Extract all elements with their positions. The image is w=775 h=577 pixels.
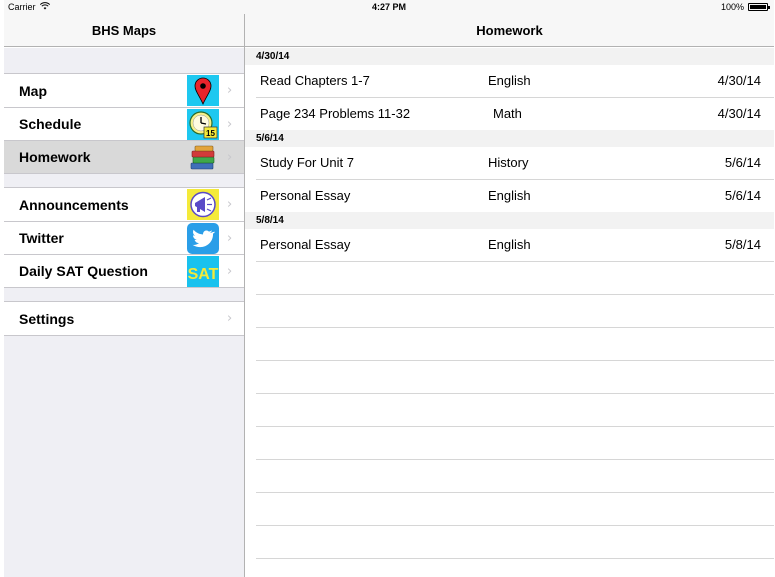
sidebar-item-label: Announcements — [19, 196, 129, 213]
chevron-right-icon: › — [227, 231, 233, 246]
homework-due-date: 4/30/14 — [717, 73, 761, 88]
sidebar-item-schedule[interactable]: Schedule 15 › — [4, 107, 244, 140]
homework-subject: History — [488, 155, 529, 170]
empty-row-separator — [256, 393, 774, 394]
empty-row-separator — [256, 492, 774, 493]
sidebar-item-settings[interactable]: Settings › — [4, 302, 244, 335]
homework-due-date: 5/8/14 — [724, 237, 761, 252]
empty-row-separator — [256, 558, 774, 559]
sidebar-item-label: Schedule — [19, 116, 82, 132]
sidebar-item-twitter[interactable]: Twitter › — [4, 221, 244, 254]
sidebar-item-map[interactable]: Map › — [4, 74, 244, 107]
homework-row[interactable]: Study For Unit 7 History 5/6/14 — [256, 147, 774, 180]
twitter-bird-icon — [187, 223, 219, 254]
homework-row[interactable]: Personal Essay English 5/6/14 — [256, 180, 774, 213]
sidebar-item-label: Daily SAT Question — [19, 263, 148, 279]
empty-row-separator — [256, 525, 774, 526]
sidebar-item-label: Settings — [19, 310, 75, 327]
sidebar-item-daily-sat-question[interactable]: Daily SAT Question SAT › — [4, 254, 244, 287]
battery-icon — [748, 3, 770, 11]
empty-row-separator — [256, 327, 774, 328]
sidebar-item-label: Map — [19, 82, 47, 99]
homework-subject: English — [488, 237, 531, 252]
section-header-date: 5/8/14 — [245, 212, 774, 229]
schedule-icon-number: 15 — [206, 129, 215, 138]
map-pin-icon — [187, 75, 219, 106]
chevron-right-icon: › — [227, 83, 233, 98]
detail-nav-bar: Homework — [245, 14, 774, 47]
homework-row[interactable]: Personal Essay English 5/8/14 — [256, 229, 774, 262]
homework-due-date: 4/30/14 — [717, 106, 761, 121]
section-header-date: 5/6/14 — [245, 130, 774, 147]
sidebar-item-label: Homework — [19, 149, 91, 165]
empty-row-separator — [256, 294, 774, 295]
sat-icon: SAT — [187, 256, 219, 287]
homework-due-date: 5/6/14 — [724, 155, 761, 170]
empty-row-separator — [256, 360, 774, 361]
sidebar-item-homework[interactable]: Homework › — [4, 140, 244, 173]
homework-title: Read Chapters 1-7 — [260, 73, 370, 88]
chevron-right-icon: › — [227, 311, 233, 326]
empty-row-separator — [256, 459, 774, 460]
homework-title: Study For Unit 7 — [260, 155, 354, 170]
empty-row-separator — [256, 426, 774, 427]
master-nav-bar: BHS Maps — [4, 14, 244, 47]
clock-label: 4:27 PM — [371, 2, 406, 12]
megaphone-icon — [187, 189, 219, 220]
ipad-split-view-app: Carrier 4:27 PM 100% BHS Maps Homework M… — [4, 0, 774, 577]
sidebar-item-label: Twitter — [19, 230, 64, 246]
homework-subject: English — [488, 188, 531, 203]
chevron-right-icon: › — [227, 264, 233, 279]
battery-percent: 100% — [720, 2, 744, 12]
chevron-right-icon: › — [227, 117, 233, 132]
status-bar: Carrier 4:27 PM 100% — [4, 0, 774, 14]
homework-title: Personal Essay — [260, 237, 351, 252]
master-title: BHS Maps — [91, 22, 157, 38]
menu-group-settings: Settings › — [4, 301, 244, 336]
homework-title: Personal Essay — [260, 188, 351, 203]
books-icon — [187, 142, 219, 173]
homework-row[interactable]: Page 234 Problems 11-32 Math 4/30/14 — [256, 98, 774, 131]
svg-text:SAT: SAT — [188, 266, 219, 283]
menu-group-social: Announcements › Twitter › Daily SAT Ques… — [4, 187, 244, 288]
chevron-right-icon: › — [227, 150, 233, 165]
homework-subject: Math — [493, 106, 522, 121]
clock-calendar-icon: 15 — [187, 109, 219, 140]
homework-list: 4/30/14 Read Chapters 1-7 English 4/30/1… — [245, 48, 774, 577]
detail-title: Homework — [476, 22, 543, 38]
section-header-date: 4/30/14 — [245, 48, 774, 65]
homework-due-date: 5/6/14 — [724, 188, 761, 203]
homework-subject: English — [488, 73, 531, 88]
homework-row[interactable]: Read Chapters 1-7 English 4/30/14 — [256, 65, 774, 98]
chevron-right-icon: › — [227, 197, 233, 212]
master-menu: Map › Schedule 15 › Homework › Announcem… — [4, 48, 244, 577]
menu-group-navigation: Map › Schedule 15 › Homework › — [4, 73, 244, 174]
homework-title: Page 234 Problems 11-32 — [260, 106, 411, 121]
sidebar-item-announcements[interactable]: Announcements › — [4, 188, 244, 221]
